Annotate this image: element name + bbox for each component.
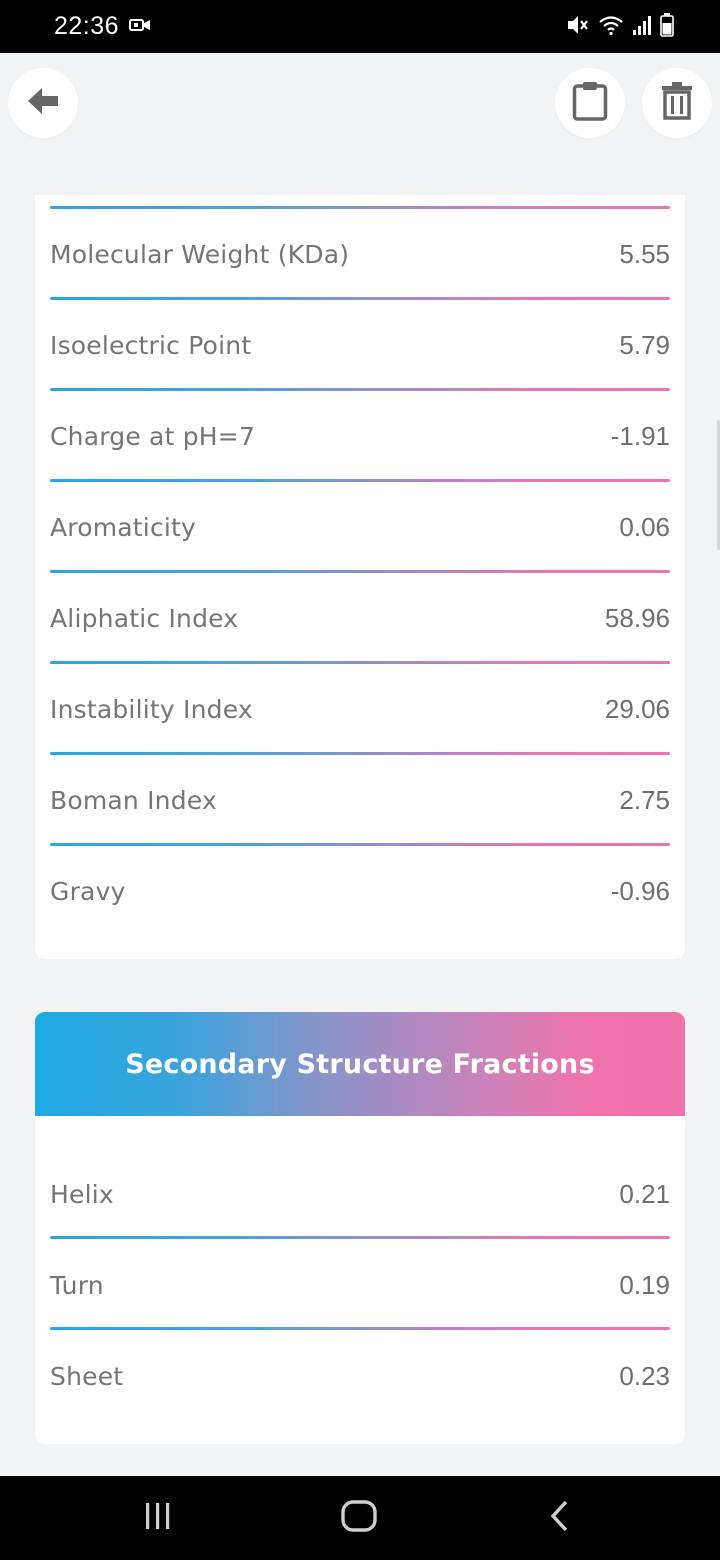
nav-back-button[interactable] [538,1496,582,1540]
delete-button[interactable] [642,68,712,138]
mute-icon [566,14,590,40]
property-row: Aliphatic Index 58.96 [50,596,670,640]
separator [50,661,670,664]
property-row: Boman Index 2.75 [50,778,670,822]
separator [50,206,670,209]
separator [50,297,670,300]
video-camera-icon [129,17,151,36]
property-row: Charge at pH=7 -1.91 [50,414,670,458]
recent-apps-button[interactable] [136,1496,180,1540]
home-icon [341,1500,377,1536]
property-label: Aliphatic Index [50,603,239,633]
structure-row: Helix 0.21 [50,1172,670,1216]
property-label: Gravy [50,876,126,906]
status-right [566,12,674,41]
separator [50,1236,670,1239]
battery-icon [660,12,674,41]
structure-value: 0.21 [619,1178,670,1209]
separator [50,388,670,391]
property-value: -0.96 [610,875,670,906]
property-value: 2.75 [619,784,670,815]
secondary-structure-card: Secondary Structure Fractions Helix 0.21… [35,1012,685,1444]
property-label: Aromaticity [50,512,197,542]
property-label: Molecular Weight (KDa) [50,239,350,269]
property-value: 58.96 [604,602,670,633]
structure-value: 0.23 [619,1360,670,1391]
status-left: 22:36 [54,12,151,41]
property-label: Boman Index [50,785,217,815]
wifi-icon [598,14,624,40]
secondary-structure-header: Secondary Structure Fractions [35,1012,685,1116]
property-row: Isoelectric Point 5.79 [50,323,670,367]
trash-icon [661,82,693,124]
structure-row: Sheet 0.23 [50,1354,670,1398]
system-nav-bar [0,1476,720,1560]
recent-apps-icon [143,1501,173,1535]
property-label: Instability Index [50,694,253,724]
structure-label: Helix [50,1179,114,1209]
back-button[interactable] [8,68,78,138]
separator [50,1327,670,1330]
secondary-structure-title: Secondary Structure Fractions [125,1048,595,1080]
structure-row: Turn 0.19 [50,1263,670,1307]
properties-card: Molecular Weight (KDa) 5.55 Isoelectric … [35,195,685,959]
clipboard-button[interactable] [555,68,625,138]
property-row: Gravy -0.96 [50,869,670,913]
property-row: Instability Index 29.06 [50,687,670,731]
home-button[interactable] [337,1496,381,1540]
separator [50,479,670,482]
property-value: 5.55 [619,238,670,269]
status-bar: 22:36 [0,0,720,53]
property-row: Molecular Weight (KDa) 5.55 [50,232,670,276]
structure-label: Sheet [50,1361,124,1391]
property-value: 0.06 [619,511,670,542]
separator [50,570,670,573]
structure-value: 0.19 [619,1269,670,1300]
structure-label: Turn [50,1270,104,1300]
back-arrow-icon [26,86,60,120]
property-value: 5.79 [619,329,670,360]
property-row: Aromaticity 0.06 [50,505,670,549]
property-label: Charge at pH=7 [50,421,256,451]
app-bar [0,53,720,153]
separator [50,752,670,755]
separator [50,843,670,846]
property-label: Isoelectric Point [50,330,252,360]
clipboard-icon [572,81,608,125]
signal-icon [632,14,652,40]
chevron-left-icon [548,1500,572,1536]
property-value: -1.91 [610,420,670,451]
property-value: 29.06 [604,693,670,724]
status-time: 22:36 [54,12,120,40]
